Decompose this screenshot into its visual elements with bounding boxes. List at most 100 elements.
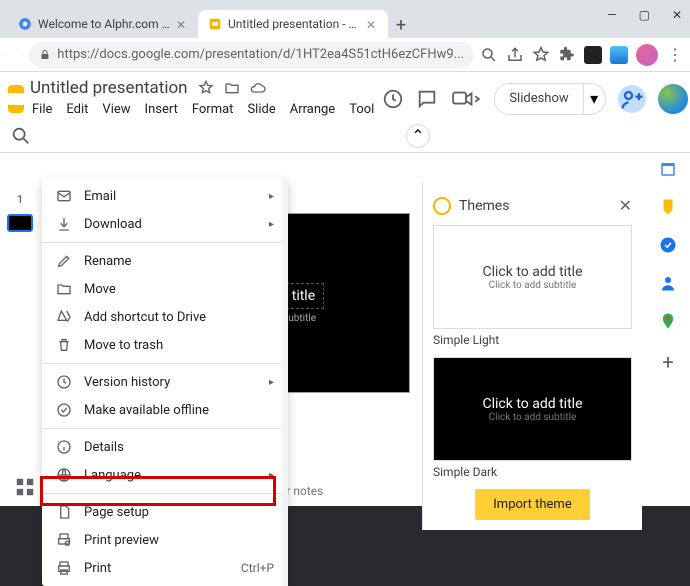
tab-strip: Welcome to Alphr.com - Google ✕ Untitled… [0,8,690,38]
theme-label: Simple Dark [433,465,632,479]
maps-icon[interactable] [659,312,677,330]
trash-icon [56,337,72,353]
page-icon [56,504,72,520]
rename-icon [56,253,72,269]
submenu-arrow-icon: ▸ [269,377,274,388]
user-avatar[interactable] [658,84,688,114]
close-icon[interactable]: ✕ [672,8,682,22]
import-theme-button[interactable]: Import theme [475,489,589,520]
minimize-icon[interactable]: ― [607,8,616,22]
menu-file[interactable]: File [30,100,54,119]
omnibox[interactable]: https://docs.google.com/presentation/d/1… [29,42,474,68]
folder-icon [56,281,72,297]
menu-item-version[interactable]: Version history▸ [42,368,288,396]
theme-simple-dark[interactable]: Click to add title Click to add subtitle [433,357,632,461]
profile-avatar[interactable] [636,44,658,66]
menu-tools[interactable]: Tool [347,100,376,119]
menu-arrange[interactable]: Arrange [288,100,337,119]
address-bar: https://docs.google.com/presentation/d/1… [0,38,690,72]
theme-simple-light[interactable]: Click to add title Click to add subtitle [433,225,632,329]
doc-title[interactable]: Untitled presentation [30,78,188,98]
tab-title: Untitled presentation - Google S [228,17,360,31]
menu-item-email[interactable]: Email▸ [42,182,288,210]
share-button[interactable] [618,85,646,113]
menu-slide[interactable]: Slide [245,100,277,119]
slides-favicon [208,17,222,31]
calendar-icon[interactable] [659,160,677,178]
google-favicon [18,17,32,31]
menu-item-language[interactable]: Language▸ [42,461,288,489]
menu-item-offline[interactable]: Make available offline [42,396,288,424]
extension-2[interactable] [610,46,628,64]
tab-alphr[interactable]: Welcome to Alphr.com - Google ✕ [8,10,198,38]
submenu-arrow-icon: ▸ [269,219,274,230]
search-tool-icon[interactable] [10,125,32,147]
menu-bar: File Edit View Insert Format Slide Arran… [30,98,376,119]
share-icon[interactable] [506,46,524,64]
history-icon[interactable] [382,88,404,110]
submenu-arrow-icon: ▸ [269,470,274,481]
close-icon[interactable]: ✕ [366,18,378,30]
email-icon [56,188,72,204]
close-icon[interactable]: ✕ [176,18,188,30]
grid-view-icon[interactable] [14,476,36,498]
comment-icon[interactable] [416,88,438,110]
theme-title-text: Click to add title [483,396,583,412]
tab-slides[interactable]: Untitled presentation - Google S ✕ [198,10,388,38]
menu-item-rename[interactable]: Rename [42,247,288,275]
reload-button[interactable] [22,44,24,66]
menu-item-move[interactable]: Move [42,275,288,303]
print-preview-icon [56,532,72,548]
separator [42,363,288,364]
slide-strip: 1 [0,153,40,513]
slide-thumbnail-1[interactable] [7,214,33,232]
meet-icon[interactable] [450,88,482,110]
menu-item-details[interactable]: Details [42,433,288,461]
contacts-icon[interactable] [659,274,677,292]
history-icon [56,374,72,390]
collapse-toolbar-icon[interactable]: ⌃ [406,124,430,148]
theme-subtitle-text: Click to add subtitle [489,412,577,423]
slideshow-button[interactable]: Slideshow ▾ [494,83,605,115]
close-icon[interactable]: ✕ [619,196,632,215]
tab-title: Welcome to Alphr.com - Google [38,17,170,31]
toolbar: ⌃ [0,119,690,153]
theme-label: Simple Light [433,333,632,347]
menu-format[interactable]: Format [190,100,236,119]
tasks-icon[interactable] [659,236,677,254]
menu-item-download[interactable]: Download▸ [42,210,288,238]
chrome-menu-icon[interactable]: ⋮ [666,46,684,64]
menu-insert[interactable]: Insert [143,100,180,119]
menu-view[interactable]: View [100,100,132,119]
lock-icon [39,49,51,61]
theme-subtitle-text: Click to add subtitle [489,280,577,291]
new-tab-button[interactable]: + [388,12,414,38]
search-icon[interactable] [480,46,498,64]
menu-item-shortcut[interactable]: Add shortcut to Drive [42,303,288,331]
themes-title: Themes [459,198,611,214]
move-icon[interactable] [224,80,240,96]
keep-icon[interactable] [659,198,677,216]
menu-item-print[interactable]: PrintCtrl+P [42,554,288,582]
extension-1[interactable] [584,46,602,64]
drive-shortcut-icon [56,309,72,325]
menu-item-page-setup[interactable]: Page setup [42,498,288,526]
cloud-icon[interactable] [250,80,266,96]
slide-number: 1 [17,193,23,206]
menu-edit[interactable]: Edit [64,100,90,119]
slideshow-label: Slideshow [495,91,582,106]
star-icon[interactable] [198,80,214,96]
slides-logo[interactable] [8,85,24,113]
menu-item-print-preview[interactable]: Print preview [42,526,288,554]
separator [42,493,288,494]
forward-button[interactable] [14,44,16,66]
menu-item-trash[interactable]: Move to trash [42,331,288,359]
back-button[interactable] [6,44,8,66]
maximize-icon[interactable]: ▢ [639,8,650,22]
star-icon[interactable] [532,46,550,64]
add-icon[interactable]: + [659,350,677,368]
themes-panel: Themes ✕ Click to add title Click to add… [422,182,642,530]
slideshow-dropdown[interactable]: ▾ [583,84,605,114]
extensions-icon[interactable] [558,46,576,64]
themes-icon [433,197,451,215]
